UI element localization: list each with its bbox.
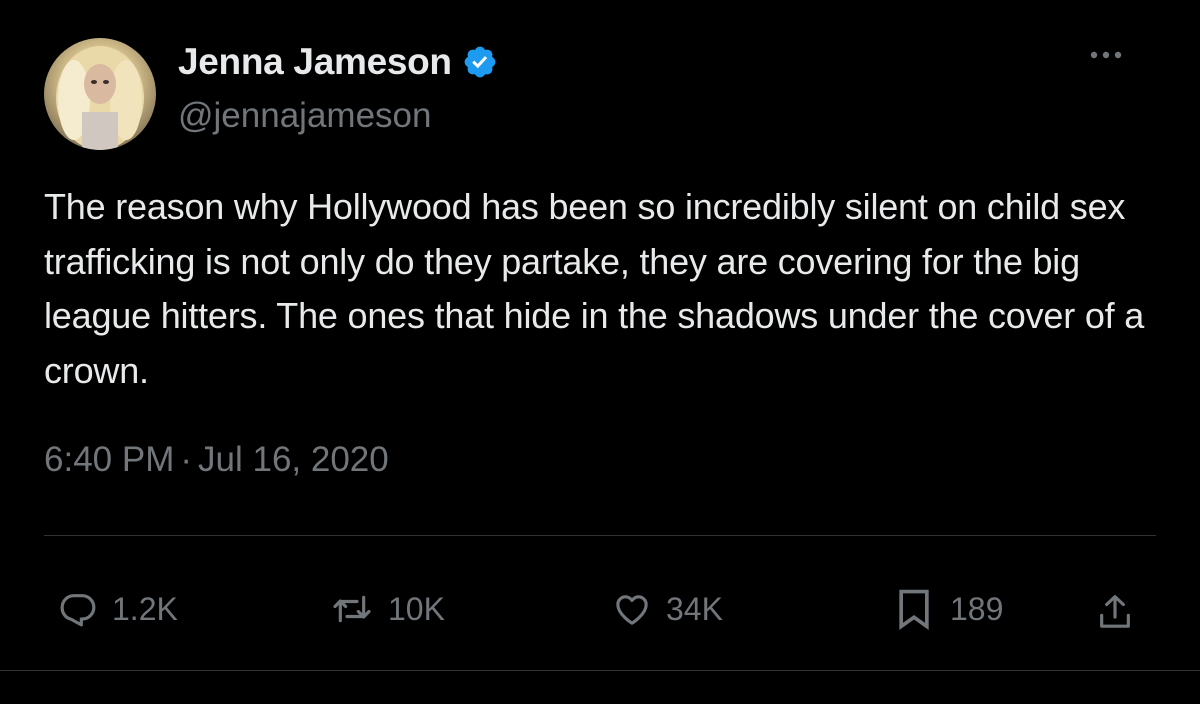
reply-button[interactable]: 1.2K: [58, 585, 178, 633]
author-display-name[interactable]: Jenna Jameson: [178, 41, 452, 83]
divider-bottom: [0, 670, 1200, 671]
heart-icon: [612, 589, 652, 629]
like-button[interactable]: 34K: [612, 585, 723, 633]
more-horizontal-icon[interactable]: [1086, 40, 1126, 70]
bookmark-icon: [892, 587, 936, 631]
reply-count: 1.2K: [112, 590, 178, 627]
like-count: 34K: [666, 590, 723, 627]
share-icon: [1095, 590, 1135, 634]
divider: [44, 535, 1156, 536]
share-button[interactable]: [1095, 588, 1135, 636]
bookmark-button[interactable]: 189: [892, 585, 1003, 633]
timestamp-separator: ·: [180, 440, 193, 479]
retweet-icon: [330, 589, 374, 629]
retweet-button[interactable]: 10K: [330, 585, 445, 633]
tweet-card: Jenna Jameson @jennajameson The reason w…: [0, 0, 1200, 704]
avatar[interactable]: [44, 38, 156, 150]
retweet-count: 10K: [388, 590, 445, 627]
tweet-text: The reason why Hollywood has been so inc…: [44, 186, 1145, 391]
tweet-timestamp[interactable]: 6:40 PM · Jul 16, 2020: [44, 440, 389, 480]
bookmark-count: 189: [950, 590, 1004, 627]
reply-icon: [58, 589, 98, 629]
author-name-row: Jenna Jameson: [178, 40, 498, 84]
tweet-date: Jul 16, 2020: [198, 440, 389, 479]
verified-badge-icon: [462, 44, 498, 80]
author-handle[interactable]: @jennajameson: [178, 96, 431, 136]
tweet-time: 6:40 PM: [44, 440, 175, 479]
